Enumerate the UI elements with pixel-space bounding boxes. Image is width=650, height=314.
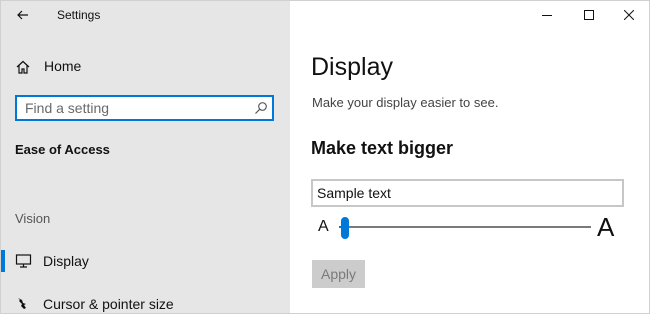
make-text-bigger-heading: Make text bigger	[311, 138, 454, 158]
close-button[interactable]	[608, 1, 649, 29]
slider-min-label: A	[318, 218, 329, 235]
maximize-button[interactable]	[568, 1, 610, 29]
sidebar: Settings Home Ease of Access Vision Disp…	[1, 1, 290, 313]
selection-indicator	[1, 250, 5, 272]
sample-text: Sample text	[317, 185, 391, 201]
minimize-icon	[542, 15, 552, 16]
maximize-icon	[584, 10, 594, 20]
slider-max-label: A	[597, 212, 615, 242]
search-icon[interactable]	[254, 101, 268, 115]
back-button[interactable]	[9, 3, 37, 27]
back-arrow-icon	[17, 10, 28, 20]
sidebar-item-label: Cursor & pointer size	[43, 296, 174, 312]
monitor-icon	[15, 254, 32, 268]
sidebar-item-cursor-pointer-size[interactable]: Cursor & pointer size	[1, 289, 290, 313]
section-heading: Ease of Access	[15, 142, 110, 157]
page-title: Display	[311, 53, 393, 81]
text-size-slider[interactable]	[339, 217, 591, 239]
group-label-vision: Vision	[15, 211, 51, 226]
home-icon	[16, 60, 30, 74]
sample-text-preview: Sample text	[311, 179, 624, 207]
search-box[interactable]	[15, 95, 274, 121]
apply-button[interactable]: Apply	[312, 260, 365, 288]
search-input[interactable]	[17, 97, 247, 119]
page-subtitle: Make your display easier to see.	[312, 95, 499, 110]
sidebar-item-home[interactable]: Home	[1, 53, 290, 79]
settings-window: Settings Home Ease of Access Vision Disp…	[0, 0, 650, 314]
cursor-icon	[18, 298, 26, 309]
app-title: Settings	[57, 8, 101, 22]
slider-thumb[interactable]	[341, 217, 349, 239]
minimize-button[interactable]	[526, 1, 568, 29]
home-label: Home	[44, 58, 82, 74]
sidebar-item-display[interactable]: Display	[1, 246, 290, 276]
slider-track[interactable]	[339, 226, 591, 228]
sidebar-item-label: Display	[43, 253, 89, 269]
close-icon	[624, 10, 634, 20]
